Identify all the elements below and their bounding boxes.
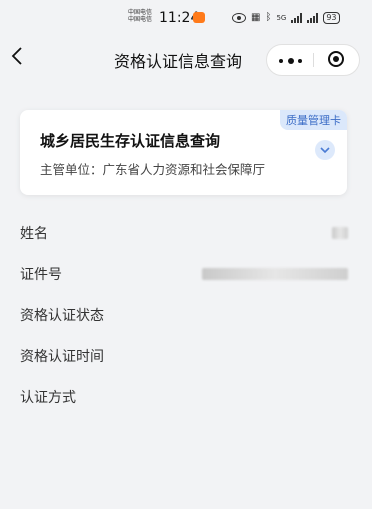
bluetooth-icon: ᛒ — [265, 12, 272, 23]
page-title: 资格认证信息查询 — [114, 52, 243, 71]
row-id-number: 证件号 — [20, 262, 350, 286]
row-method: 认证方式 — [20, 385, 350, 409]
close-button[interactable] — [314, 45, 359, 75]
row-label: 资格认证状态 — [20, 308, 104, 324]
row-name: 姓名 — [20, 221, 350, 245]
card-subtitle: 主管单位：广东省人力资源和社会保障厅 — [40, 162, 266, 177]
mini-program-capsule — [266, 44, 360, 76]
notification-icon — [193, 12, 205, 23]
more-button[interactable] — [267, 45, 313, 75]
info-card: 质量管理卡 城乡居民生存认证信息查询 主管单位：广东省人力资源和社会保障厅 — [20, 110, 347, 195]
nav-bar: 资格认证信息查询 — [0, 36, 372, 82]
signal-icon-2 — [307, 13, 319, 23]
redacted-value — [202, 268, 348, 280]
row-label: 证件号 — [20, 267, 62, 283]
carrier-label: 中国电信 中国电信 — [128, 9, 152, 23]
row-status: 资格认证状态 — [20, 303, 350, 327]
row-time: 资格认证时间 — [20, 344, 350, 368]
nfc-icon: ▦ — [251, 12, 261, 23]
signal-icon — [291, 13, 303, 23]
eye-icon — [232, 13, 246, 23]
network-label: 5G — [276, 14, 287, 22]
battery-icon: 93 — [323, 12, 340, 24]
back-button[interactable] — [10, 44, 34, 72]
status-icons: ▦ ᛒ 5G 93 — [232, 11, 340, 25]
more-dot-icon — [288, 58, 294, 64]
expand-button[interactable] — [315, 140, 335, 160]
more-dot-icon — [298, 59, 302, 63]
status-bar: 中国电信 中国电信 11:24 ▦ ᛒ 5G 93 — [0, 0, 372, 36]
row-label: 资格认证时间 — [20, 349, 104, 365]
row-label: 姓名 — [20, 226, 48, 242]
chevron-down-icon — [320, 147, 330, 154]
quality-badge: 质量管理卡 — [280, 110, 347, 130]
carrier-line-1: 中国电信 — [128, 9, 153, 16]
chevron-left-icon — [11, 47, 22, 65]
card-title: 城乡居民生存认证信息查询 — [40, 132, 221, 150]
more-dot-icon — [279, 59, 283, 63]
target-icon — [328, 51, 344, 67]
redacted-value — [332, 227, 348, 239]
row-label: 认证方式 — [20, 390, 76, 406]
carrier-line-2: 中国电信 — [128, 16, 153, 23]
